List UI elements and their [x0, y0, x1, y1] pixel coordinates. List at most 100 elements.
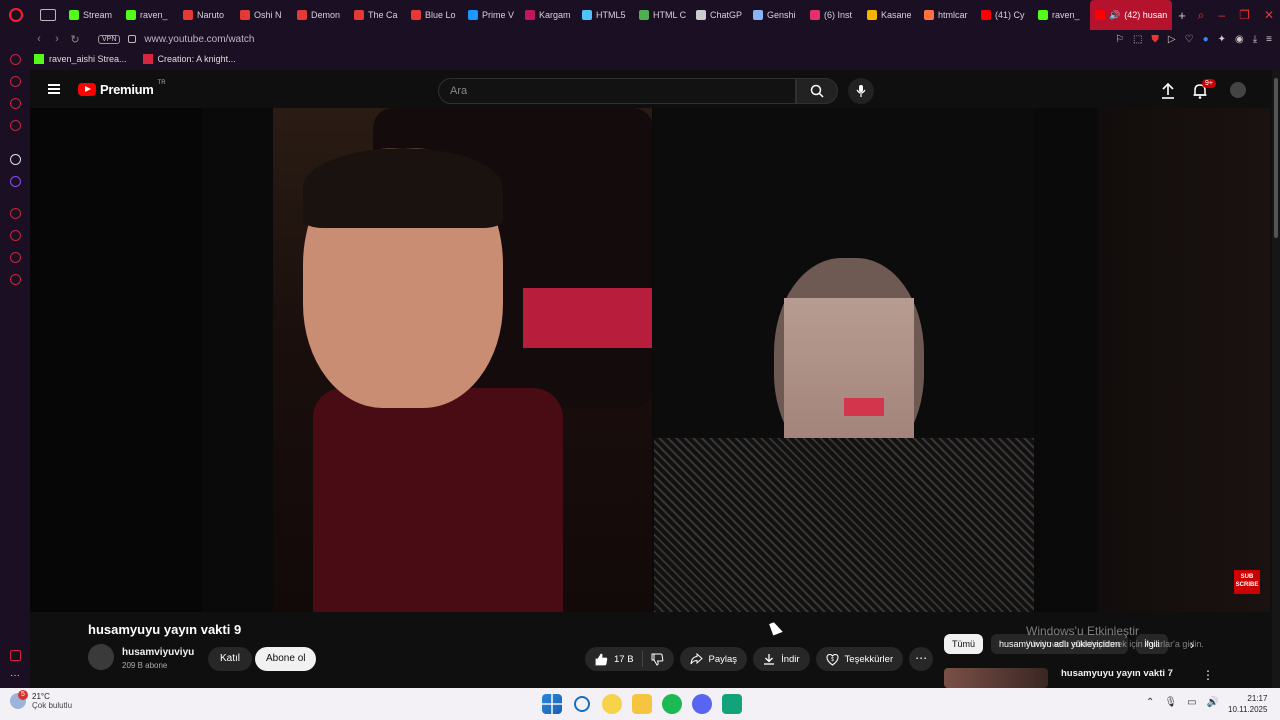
copilot-icon[interactable]: [602, 694, 622, 714]
upload-button[interactable]: [1158, 81, 1178, 101]
page-scrollbar[interactable]: [1272, 70, 1280, 688]
speaker-icon[interactable]: 🔊: [1109, 10, 1120, 21]
dislike-button[interactable]: [651, 653, 664, 666]
browser-tab[interactable]: Kargam: [520, 0, 577, 30]
recommended-thumbnail[interactable]: [944, 668, 1048, 688]
subscribe-button[interactable]: Abone ol: [255, 647, 317, 671]
thanks-button[interactable]: $ Teşekkürler: [815, 647, 904, 671]
account-avatar[interactable]: [1230, 82, 1246, 98]
join-button[interactable]: Katıl: [208, 647, 253, 671]
discord-icon[interactable]: [692, 694, 712, 714]
opera-logo[interactable]: [0, 0, 32, 30]
browser-tab[interactable]: The Ca: [349, 0, 406, 30]
mic-tray-icon[interactable]: 🎙: [1164, 697, 1177, 708]
player-sidebar-icon[interactable]: [10, 120, 21, 131]
tab-favicon-icon: [69, 10, 79, 20]
browser-tab[interactable]: Prime V: [463, 0, 520, 30]
vpn-badge[interactable]: VPN: [98, 34, 121, 44]
gx-control-icon[interactable]: [10, 650, 21, 661]
messenger-icon[interactable]: [10, 98, 21, 109]
extensions-sidebar-icon[interactable]: [10, 252, 21, 263]
tab-workspaces-icon[interactable]: [40, 9, 56, 21]
recommended-title[interactable]: husamyuyu yayın vakti 7: [1061, 668, 1173, 679]
browser-tab[interactable]: raven_: [1033, 0, 1090, 30]
network-icon[interactable]: ▭: [1187, 697, 1196, 708]
subscribe-watermark[interactable]: SUB SCRIBE: [1234, 570, 1260, 594]
file-explorer-icon[interactable]: [632, 694, 652, 714]
extensions-icon[interactable]: ✦: [1218, 34, 1226, 45]
browser-tab[interactable]: HTML5: [577, 0, 634, 30]
bookmark-item[interactable]: Creation: A knight...: [142, 54, 236, 64]
gx-corner-icon[interactable]: [10, 76, 21, 87]
download-button[interactable]: İndir: [753, 647, 810, 671]
browser-tab[interactable]: Kasane: [862, 0, 919, 30]
heart-icon[interactable]: ♡: [1185, 34, 1194, 45]
browser-tab[interactable]: Blue Lo: [406, 0, 463, 30]
browser-tab[interactable]: ChatGP: [691, 0, 748, 30]
forward-button[interactable]: ›: [48, 33, 66, 45]
browser-tab[interactable]: raven_: [121, 0, 178, 30]
close-window-button[interactable]: ✕: [1264, 8, 1274, 22]
recommended-menu-icon[interactable]: ⋮: [1202, 668, 1214, 682]
back-button[interactable]: ‹: [30, 33, 48, 45]
reload-button[interactable]: ↻: [66, 33, 84, 46]
subscribe-watermark-line1: SUB: [1240, 574, 1254, 580]
search-taskbar-icon[interactable]: [574, 696, 590, 712]
terminal-app-icon[interactable]: [722, 694, 742, 714]
kick-sidebar-icon[interactable]: [10, 154, 21, 165]
profile-icon[interactable]: ◉: [1235, 34, 1244, 45]
lock-icon[interactable]: [128, 35, 137, 43]
guide-menu-icon[interactable]: [48, 84, 60, 94]
browser-tab[interactable]: Stream: [64, 0, 121, 30]
browser-tab[interactable]: Oshi N: [235, 0, 292, 30]
like-button[interactable]: 17 B: [595, 653, 634, 666]
history-icon[interactable]: [10, 230, 21, 241]
play-sidebar-icon[interactable]: [10, 208, 21, 219]
browser-tab[interactable]: HTML C: [634, 0, 691, 30]
pixelated-face: [784, 298, 914, 438]
settings-icon[interactable]: [10, 274, 21, 285]
spotify-icon[interactable]: [662, 694, 682, 714]
minimize-button[interactable]: –: [1218, 8, 1225, 22]
tab-active[interactable]: 🔊 (42) husan: [1090, 0, 1172, 30]
youtube-logo[interactable]: Premium TR: [78, 80, 166, 97]
search-tabs-icon[interactable]: ⌕: [1198, 8, 1205, 23]
channel-avatar[interactable]: [88, 644, 114, 670]
voice-search-button[interactable]: [848, 78, 874, 104]
windows-start-icon[interactable]: [542, 694, 562, 714]
share-button[interactable]: Paylaş: [679, 647, 748, 671]
player-icon[interactable]: ▷: [1168, 34, 1176, 45]
snapshot-icon[interactable]: ⬚: [1133, 34, 1142, 45]
weather-widget[interactable]: 5 21°C Çok bulutlu: [10, 690, 72, 710]
search-input[interactable]: [439, 79, 779, 103]
bookmark-item[interactable]: raven_aishi Strea...: [34, 54, 127, 64]
menu-icon[interactable]: ≡: [1266, 34, 1272, 45]
search-button[interactable]: [796, 78, 838, 104]
filter-chip[interactable]: Tümü: [944, 634, 984, 654]
channel-name[interactable]: husamviyuviyu: [122, 647, 194, 658]
maximize-button[interactable]: ❐: [1239, 8, 1250, 22]
new-tab-button[interactable]: +: [1172, 8, 1192, 23]
download-label: İndir: [781, 653, 800, 665]
browser-tab[interactable]: Genshi: [748, 0, 805, 30]
url-field[interactable]: www.youtube.com/watch: [144, 34, 254, 45]
download-icon[interactable]: ⤓: [1253, 34, 1257, 45]
opera-sidebar: ···: [0, 48, 30, 688]
tray-chevron-icon[interactable]: ⌃: [1146, 697, 1154, 708]
video-player[interactable]: SUB SCRIBE: [30, 108, 1270, 612]
browser-tab[interactable]: (6) Inst: [805, 0, 862, 30]
shield-icon[interactable]: ⛊: [1151, 34, 1159, 45]
aria-icon[interactable]: [10, 54, 21, 65]
more-sidebar-icon[interactable]: ···: [10, 671, 21, 683]
video-frame-left-camera: [273, 108, 652, 612]
volume-icon[interactable]: 🔊: [1207, 697, 1219, 708]
more-actions-button[interactable]: ⋯: [909, 647, 934, 671]
browser-tab[interactable]: htmlcar: [919, 0, 976, 30]
browser-tab[interactable]: (41) Cy: [976, 0, 1033, 30]
twitch-icon[interactable]: [10, 176, 21, 187]
clock[interactable]: 21:17 10.11.2025: [1228, 693, 1267, 715]
extension-blue-icon[interactable]: ●: [1203, 34, 1209, 45]
bookmark-icon[interactable]: ⚐: [1115, 34, 1124, 45]
browser-tab[interactable]: Naruto: [178, 0, 235, 30]
browser-tab[interactable]: Demon: [292, 0, 349, 30]
